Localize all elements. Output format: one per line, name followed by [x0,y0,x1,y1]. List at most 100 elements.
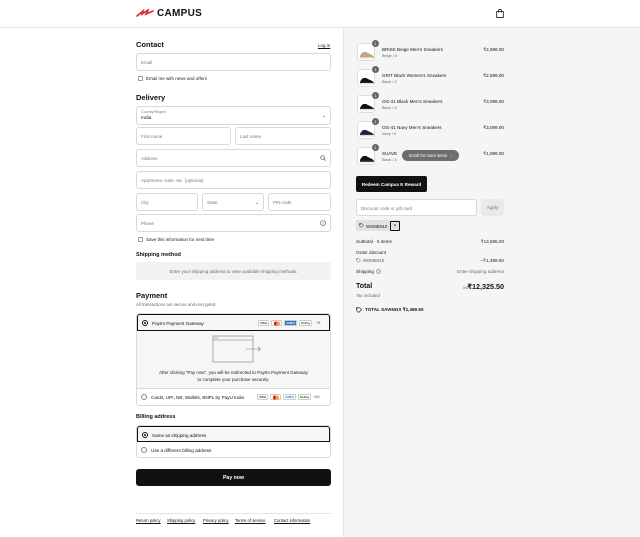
billing-same-radio[interactable] [142,432,148,438]
product-variant: Navy / 6 [382,132,396,136]
shipping-value: Enter shipping address [457,269,504,274]
pin-code-field[interactable]: PIN code [268,193,331,211]
product-price: ₹1,999.00 [483,151,504,156]
payment-option-payu[interactable]: Cards, UPI, NB, Wallets, BNPL by PayU In… [137,389,330,405]
product-qty-badge: 1 [372,40,379,47]
total-value: ₹12,325.50 [467,282,504,291]
product-name: SUAVE [382,151,398,156]
product-name: OG-41 Navy Men's Sneakers [382,125,442,130]
save-info-checkbox[interactable] [138,237,143,242]
product-variant: Black / 6 [382,106,397,110]
city-field[interactable]: City [136,193,198,211]
payment-subtitle: All transactions are secure and encrypte… [136,302,217,307]
shipping-label: Shipping [356,269,374,274]
total-savings: TOTAL SAVINGS ₹1,369.50 [365,307,424,312]
apartment-field[interactable]: Apartment, suite, etc. (optional) [136,171,331,189]
email-field[interactable]: Email [136,53,331,71]
payment-options: Paytm Payment Gateway VISA AMEX RuPay +3… [136,313,331,406]
browser-redirect-icon [212,335,261,363]
last-name-field[interactable]: Last name [235,127,331,145]
discount-code-input[interactable]: Discount code or gift card [356,199,477,216]
payu-label: Cards, UPI, NB, Wallets, BNPL by PayU In… [151,394,245,400]
footer-link-contact[interactable]: Contact information [274,518,310,523]
more-methods-count: +3 [316,321,321,325]
discount-value: −₹1,369.50 [480,258,505,263]
country-select[interactable]: Country/Region India ⌄ [136,106,331,125]
first-name-field[interactable]: First name [136,127,231,145]
footer-link-return-policy[interactable]: Return policy [136,518,160,523]
shipping-method-title: Shipping method [136,252,181,258]
country-value: India [141,116,152,121]
tag-icon [359,223,364,228]
product-name: GRIT Black Women's Sneakers [382,73,447,78]
billing-same-label: Same as shipping address [152,432,207,438]
payment-title: Payment [136,291,168,300]
more-methods-count: +10 [313,395,320,399]
payment-option-paytm[interactable]: Paytm Payment Gateway VISA AMEX RuPay +3 [137,314,330,331]
header: CAMPUS [0,0,640,28]
address-field[interactable]: Address [136,149,331,167]
email-news-checkbox[interactable] [138,76,143,81]
tag-icon [356,307,362,313]
product-qty-badge: 1 [372,118,379,125]
applied-discount-code: WOMEN10 [366,223,388,229]
billing-option-different[interactable]: Use a different billing address [137,442,330,458]
footer-link-privacy-policy[interactable]: Privacy policy [203,518,229,523]
paytm-label: Paytm Payment Gateway [152,321,204,326]
info-circle-icon[interactable]: ? [376,269,381,274]
shopping-bag-icon[interactable] [496,9,504,18]
product-price: ₹3,099.00 [483,125,504,130]
last-name-placeholder: Last name [240,134,262,139]
product-qty-badge: 1 [372,66,379,73]
mastercard-icon [271,320,282,326]
phone-field[interactable]: Phone ? [136,214,331,232]
pay-now-button[interactable]: Pay now [136,469,331,486]
remove-discount-icon[interactable]: × [390,221,400,231]
checkout-form [0,28,343,537]
payu-radio[interactable] [141,394,147,400]
footer-link-terms[interactable]: Terms of service [235,518,265,523]
login-link[interactable]: Log in [318,43,330,48]
pin-code-placeholder: PIN code [273,200,292,205]
search-icon [320,155,326,161]
state-placeholder: State [207,200,218,205]
shipping-method-message-box: Enter your shipping address to view avai… [136,262,331,280]
svg-text:?: ? [378,270,380,274]
total-label: Total [356,283,373,290]
billing-different-radio[interactable] [141,447,147,453]
billing-options: Same as shipping address Use a different… [136,425,331,458]
brand-logo[interactable]: CAMPUS [136,8,202,19]
chevron-down-icon: ⌄ [254,200,259,206]
billing-title: Billing address [136,414,176,420]
product-qty-badge: 1 [372,92,379,99]
apply-discount-button[interactable]: Apply [481,199,504,216]
city-placeholder: City [141,200,149,205]
rupay-icon: RuPay [298,394,311,400]
billing-different-label: Use a different billing address [151,447,212,453]
redeem-e-reward-button[interactable]: Redeem Campus E Reward [356,176,427,192]
tax-note: Tax included [356,293,380,298]
product-name: OG-41 Black Men's Sneakers [382,99,443,104]
email-placeholder: Email [141,60,153,65]
state-select[interactable]: State ⌄ [202,193,264,211]
footer-link-shipping-policy[interactable]: Shipping policy [167,518,195,523]
chevron-down-icon: ⌄ [321,113,326,119]
paytm-radio[interactable] [142,320,148,326]
help-circle-icon[interactable]: ? [320,220,326,226]
paytm-redirect-panel: After clicking “Pay now”, you will be re… [137,331,330,389]
mastercard-icon [270,394,281,400]
discount-placeholder: Discount code or gift card [361,206,413,211]
billing-option-same[interactable]: Same as shipping address [137,426,330,442]
email-news-label: Email me with news and offers [146,76,207,81]
visa-icon: VISA [257,394,268,400]
rupay-icon: RuPay [299,320,312,326]
visa-icon: VISA [258,320,269,326]
product-price: ₹2,599.00 [483,73,504,78]
product-variant: Black / 4 [382,80,397,84]
first-name-placeholder: First name [141,134,163,139]
delivery-title: Delivery [136,93,166,102]
scroll-hint-label: Scroll for more items [408,153,448,158]
save-info-label: Save this information for next time [146,237,215,242]
scroll-for-more-button[interactable]: Scroll for more items ↓ [402,150,459,161]
paytm-redirect-text: After clicking “Pay now”, you will be re… [159,370,308,382]
